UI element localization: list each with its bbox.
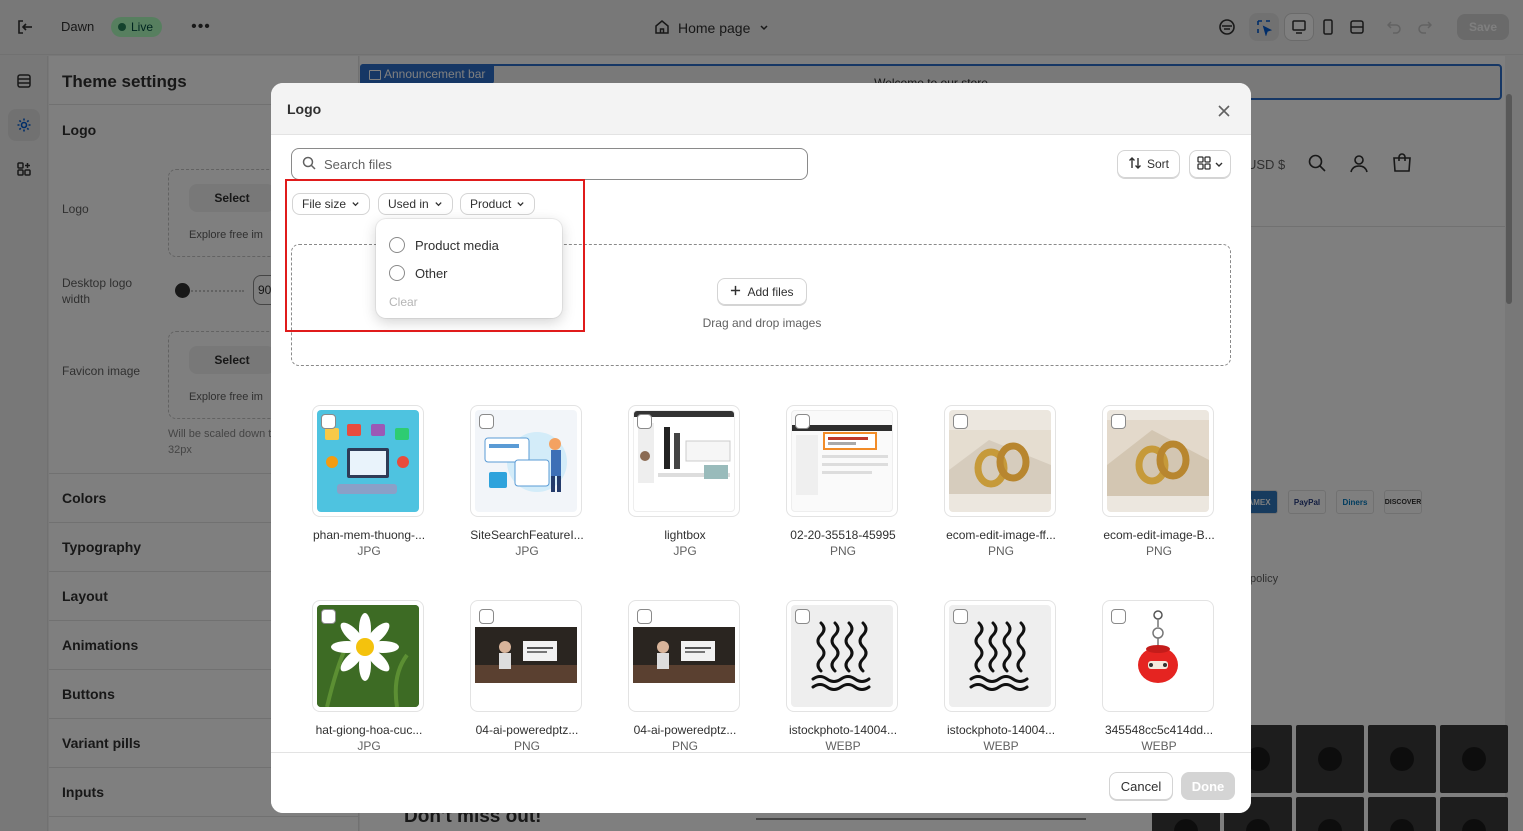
file-card[interactable]: ecom-edit-image-B... PNG — [1081, 405, 1231, 565]
done-button[interactable]: Done — [1181, 772, 1235, 800]
file-type: PNG — [987, 544, 1014, 558]
file-thumbnail[interactable] — [470, 405, 582, 517]
file-checkbox[interactable] — [637, 414, 652, 429]
file-thumbnail[interactable] — [628, 405, 740, 517]
file-card[interactable]: ecom-edit-image-ff... PNG — [923, 405, 1081, 565]
file-thumbnail[interactable] — [786, 600, 898, 712]
sort-button[interactable]: Sort — [1117, 150, 1180, 178]
file-checkbox[interactable] — [795, 414, 810, 429]
file-checkbox[interactable] — [795, 609, 810, 624]
file-card[interactable]: istockphoto-14004... WEBP — [923, 600, 1081, 753]
file-card[interactable]: phan-mem-thuong-... JPG — [291, 405, 449, 565]
add-files-label: Add files — [747, 284, 794, 299]
file-thumbnail[interactable] — [786, 405, 898, 517]
file-name: 345548cc5c414dd... — [1104, 723, 1214, 737]
file-checkbox[interactable] — [1111, 414, 1126, 429]
file-card[interactable]: SiteSearchFeatureI... JPG — [449, 405, 607, 565]
file-name: istockphoto-14004... — [788, 723, 898, 737]
file-thumbnail[interactable] — [1102, 600, 1214, 712]
file-checkbox[interactable] — [321, 414, 336, 429]
file-name: 04-ai-poweredptz... — [633, 723, 737, 737]
file-type: JPG — [673, 544, 697, 558]
plus-icon — [730, 285, 741, 299]
file-type: WEBP — [983, 739, 1019, 753]
file-type: JPG — [357, 739, 381, 753]
file-name: lightbox — [664, 528, 706, 542]
file-name: hat-giong-hoa-cuc... — [315, 723, 423, 737]
file-card[interactable]: istockphoto-14004... WEBP — [765, 600, 923, 753]
grid-view-icon — [1196, 155, 1211, 173]
file-name: SiteSearchFeatureI... — [470, 528, 584, 542]
search-icon — [302, 156, 316, 173]
file-thumbnail[interactable] — [628, 600, 740, 712]
file-thumbnail[interactable] — [944, 405, 1056, 517]
file-thumbnail[interactable] — [1102, 405, 1214, 517]
file-name: istockphoto-14004... — [946, 723, 1056, 737]
file-checkbox[interactable] — [479, 609, 494, 624]
file-type: JPG — [357, 544, 381, 558]
view-toggle-button[interactable] — [1189, 150, 1231, 178]
close-icon[interactable] — [1212, 99, 1236, 123]
file-name: 04-ai-poweredptz... — [475, 723, 579, 737]
sort-icon — [1128, 156, 1142, 173]
sort-label: Sort — [1146, 157, 1169, 171]
file-type: PNG — [513, 739, 540, 753]
file-thumbnail[interactable] — [312, 600, 424, 712]
file-type: WEBP — [1141, 739, 1177, 753]
search-files-input[interactable] — [324, 156, 784, 172]
file-grid: phan-mem-thuong-... JPG SiteSearchFeatur… — [291, 383, 1231, 753]
modal-title: Logo — [287, 101, 322, 117]
file-type: PNG — [1145, 544, 1172, 558]
file-checkbox[interactable] — [1111, 609, 1126, 624]
file-name: phan-mem-thuong-... — [312, 528, 426, 542]
file-type: WEBP — [825, 739, 861, 753]
add-files-button[interactable]: Add files — [717, 278, 807, 305]
file-thumbnail[interactable] — [944, 600, 1056, 712]
file-card[interactable]: 02-20-35518-45995 PNG — [765, 405, 923, 565]
file-checkbox[interactable] — [953, 609, 968, 624]
file-card[interactable]: 345548cc5c414dd... WEBP — [1081, 600, 1231, 753]
file-checkbox[interactable] — [321, 609, 336, 624]
file-thumbnail[interactable] — [312, 405, 424, 517]
file-checkbox[interactable] — [479, 414, 494, 429]
file-card[interactable]: lightbox JPG — [607, 405, 765, 565]
file-type: PNG — [829, 544, 856, 558]
file-name: ecom-edit-image-ff... — [946, 528, 1056, 542]
modal-footer: Cancel Done — [271, 752, 1251, 813]
file-checkbox[interactable] — [637, 609, 652, 624]
cancel-button[interactable]: Cancel — [1109, 772, 1173, 800]
file-picker-modal: Logo Sort File size Used in Product — [271, 83, 1251, 813]
file-thumbnail[interactable] — [470, 600, 582, 712]
highlight-box — [285, 179, 585, 332]
file-name: 02-20-35518-45995 — [790, 528, 896, 542]
file-card[interactable]: 04-ai-poweredptz... PNG — [449, 600, 607, 753]
file-checkbox[interactable] — [953, 414, 968, 429]
chevron-down-icon — [1214, 157, 1224, 172]
file-card[interactable]: 04-ai-poweredptz... PNG — [607, 600, 765, 753]
file-name: ecom-edit-image-B... — [1103, 528, 1215, 542]
file-type: JPG — [515, 544, 539, 558]
search-files-field[interactable] — [291, 148, 808, 180]
file-type: PNG — [671, 739, 698, 753]
modal-header: Logo — [271, 83, 1251, 135]
file-card[interactable]: hat-giong-hoa-cuc... JPG — [291, 600, 449, 753]
